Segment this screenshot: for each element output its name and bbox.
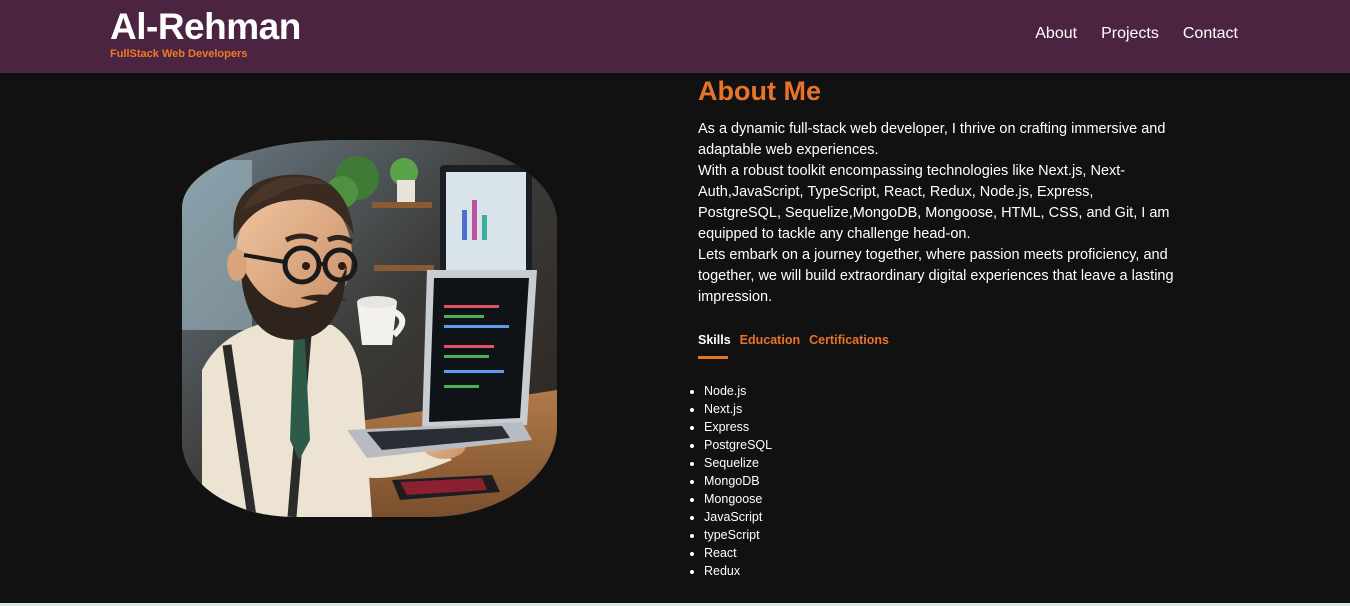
list-item: Redux <box>704 562 772 580</box>
list-item: MongoDB <box>704 472 772 490</box>
about-section: About Me As a dynamic full-stack web dev… <box>698 74 1178 308</box>
list-item: Express <box>704 418 772 436</box>
brand-subtitle: FullStack Web Developers <box>110 48 248 60</box>
about-paragraph-3: Lets embark on a journey together, where… <box>698 247 1174 305</box>
navbar: Al-Rehman FullStack Web Developers About… <box>0 0 1350 73</box>
nav-link-projects[interactable]: Projects <box>1101 24 1159 44</box>
profile-illustration <box>182 140 557 517</box>
list-item: Node.js <box>704 382 772 400</box>
list-item: React <box>704 544 772 562</box>
nav-links: About Projects Contact <box>1035 24 1238 44</box>
about-paragraph-2: With a robust toolkit encompassing techn… <box>698 163 1170 242</box>
list-item: PostgreSQL <box>704 436 772 454</box>
developer-avatar-illustration <box>182 140 557 517</box>
nav-link-about[interactable]: About <box>1035 24 1077 44</box>
tab-education[interactable]: Education <box>740 331 800 349</box>
about-description: As a dynamic full-stack web developer, I… <box>698 119 1178 308</box>
about-paragraph-1: As a dynamic full-stack web developer, I… <box>698 121 1166 158</box>
brand-title: Al-Rehman <box>110 6 301 47</box>
brand[interactable]: Al-Rehman FullStack Web Developers <box>110 6 301 60</box>
tab-certifications[interactable]: Certifications <box>809 331 889 349</box>
list-item: JavaScript <box>704 508 772 526</box>
nav-link-contact[interactable]: Contact <box>1183 24 1238 44</box>
about-title: About Me <box>698 76 821 106</box>
list-item: Next.js <box>704 400 772 418</box>
about-tabs: Skills Education Certifications <box>698 331 889 359</box>
list-item: Sequelize <box>704 454 772 472</box>
skills-list: Node.js Next.js Express PostgreSQL Seque… <box>686 382 772 580</box>
tab-skills[interactable]: Skills <box>698 331 731 359</box>
list-item: typeScript <box>704 526 772 544</box>
list-item: Mongoose <box>704 490 772 508</box>
